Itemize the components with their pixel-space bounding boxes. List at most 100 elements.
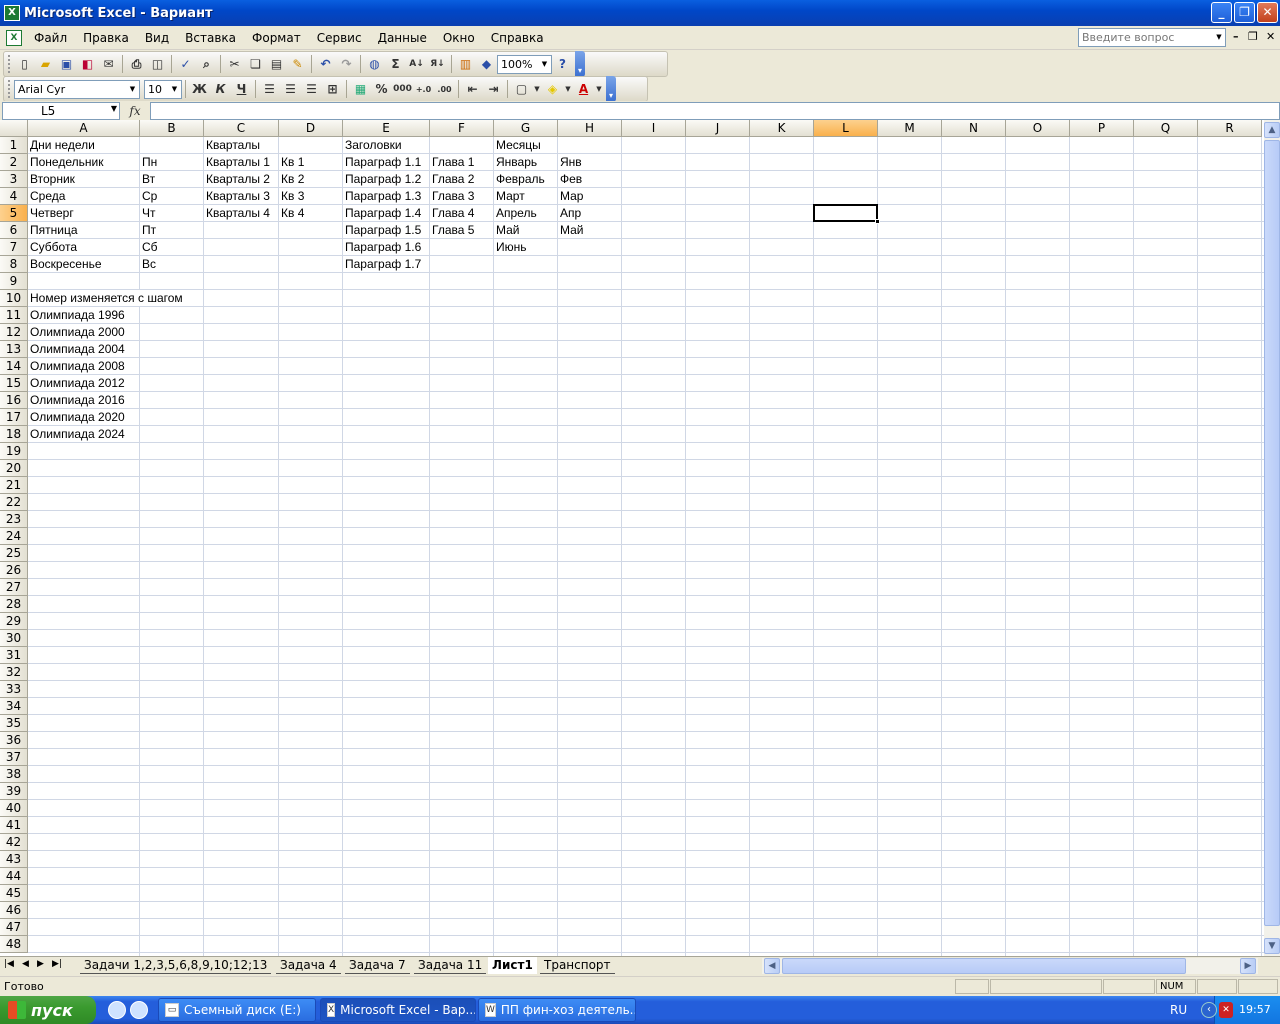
row-header-44[interactable]: 44 [0,868,28,885]
cell-F4[interactable]: Глава 3 [430,188,475,204]
email-icon[interactable]: ✉ [98,54,119,74]
increase-decimal-icon[interactable]: +.0 [413,79,434,99]
horizontal-scroll-thumb[interactable] [782,958,1186,974]
cell-A2[interactable]: Понедельник [28,154,104,170]
cell-D2[interactable]: Кв 1 [279,154,305,170]
cell-H5[interactable]: Апр [558,205,582,221]
merge-center-icon[interactable]: ⊞ [322,79,343,99]
cell-A8[interactable]: Воскресенье [28,256,102,272]
cell-E6[interactable]: Параграф 1.5 [343,222,422,238]
cell-A17[interactable]: Олимпиада 2020 [28,409,125,425]
scroll-down-icon[interactable]: ▼ [1264,938,1280,954]
menu-window[interactable]: Окно [435,31,483,45]
cell-H2[interactable]: Янв [558,154,582,170]
formula-input[interactable] [150,101,1280,120]
sheet-tab[interactable]: Лист1 [488,957,537,974]
taskbar-button[interactable]: ▭ Съемный диск (E:) [158,998,316,1022]
row-header-33[interactable]: 33 [0,681,28,698]
row-header-15[interactable]: 15 [0,375,28,392]
column-header-F[interactable]: F [430,120,494,137]
row-header-26[interactable]: 26 [0,562,28,579]
vertical-scrollbar[interactable]: ▲ ▼ [1264,120,1280,956]
cell-C1[interactable]: Кварталы [204,137,260,153]
start-button[interactable]: пуск [0,996,96,1024]
name-box[interactable]: L5 ▼ [2,101,120,120]
menu-edit[interactable]: Правка [75,31,137,45]
row-header-9[interactable]: 9 [0,273,28,290]
cell-B2[interactable]: Пн [140,154,158,170]
sheet-tab[interactable]: Задача 4 [276,957,341,974]
taskbar-button[interactable]: X Microsoft Excel - Вар... [320,998,476,1022]
row-header-8[interactable]: 8 [0,256,28,273]
cell-F2[interactable]: Глава 1 [430,154,475,170]
insert-function-icon[interactable]: fx [120,104,150,118]
column-header-K[interactable]: K [750,120,814,137]
cell-A1[interactable]: Дни недели [28,137,95,153]
row-header-12[interactable]: 12 [0,324,28,341]
doc-minimize-button[interactable]: – [1233,30,1239,43]
scroll-left-icon[interactable]: ◀ [764,958,780,974]
row-header-17[interactable]: 17 [0,409,28,426]
internet-explorer-icon[interactable] [108,1001,126,1019]
cell-A11[interactable]: Олимпиада 1996 [28,307,125,323]
cell-B4[interactable]: Ср [140,188,158,204]
row-header-43[interactable]: 43 [0,851,28,868]
row-header-5[interactable]: 5 [0,205,28,222]
row-header-16[interactable]: 16 [0,392,28,409]
cell-G3[interactable]: Февраль [494,171,545,187]
row-header-22[interactable]: 22 [0,494,28,511]
cell-D4[interactable]: Кв 3 [279,188,305,204]
permission-icon[interactable]: ◧ [77,54,98,74]
menu-insert[interactable]: Вставка [177,31,244,45]
show-desktop-icon[interactable] [130,1001,148,1019]
sheet-tab[interactable]: Задачи 1,2,3,5,6,8,9,10;12;13 [80,957,272,974]
decrease-indent-icon[interactable]: ⇤ [462,79,483,99]
cell-G7[interactable]: Июнь [494,239,527,255]
active-cell[interactable] [813,204,880,224]
toolbar-grip[interactable] [8,55,11,73]
sort-descending-icon[interactable]: Я↓ [427,54,448,74]
save-icon[interactable]: ▣ [56,54,77,74]
security-shield-icon[interactable]: ✕ [1219,1002,1233,1018]
borders-icon[interactable]: ▢ [511,79,532,99]
menu-tools[interactable]: Сервис [309,31,370,45]
print-preview-icon[interactable]: ◫ [147,54,168,74]
copy-icon[interactable]: ❏ [245,54,266,74]
document-icon[interactable]: X [6,29,22,46]
new-icon[interactable]: ▯ [14,54,35,74]
row-header-47[interactable]: 47 [0,919,28,936]
italic-button[interactable]: К [210,79,231,99]
row-header-3[interactable]: 3 [0,171,28,188]
font-size-select[interactable]: 10 ▼ [144,79,182,99]
chevron-down-icon[interactable]: ▼ [594,79,604,99]
sheet-tab[interactable]: Задача 11 [414,957,487,974]
row-header-41[interactable]: 41 [0,817,28,834]
cell-A13[interactable]: Олимпиада 2004 [28,341,125,357]
sheet-tab[interactable]: Транспорт [540,957,615,974]
cell-H3[interactable]: Фев [558,171,583,187]
cell-F5[interactable]: Глава 4 [430,205,475,221]
row-header-32[interactable]: 32 [0,664,28,681]
column-header-E[interactable]: E [343,120,430,137]
drawing-icon[interactable]: ◆ [476,54,497,74]
row-header-19[interactable]: 19 [0,443,28,460]
menu-help[interactable]: Справка [483,31,552,45]
toolbar-options-button[interactable]: ▾ [606,76,616,102]
row-header-11[interactable]: 11 [0,307,28,324]
column-header-A[interactable]: A [28,120,140,137]
cell-C2[interactable]: Кварталы 1 [204,154,270,170]
cell-G6[interactable]: Май [494,222,520,238]
row-header-34[interactable]: 34 [0,698,28,715]
undo-icon[interactable]: ↶ [315,54,336,74]
scroll-right-icon[interactable]: ▶ [1240,958,1256,974]
cell-G5[interactable]: Апрель [494,205,537,221]
row-header-4[interactable]: 4 [0,188,28,205]
row-header-1[interactable]: 1 [0,137,28,154]
close-button[interactable]: ✕ [1257,2,1278,23]
cell-E7[interactable]: Параграф 1.6 [343,239,422,255]
row-header-14[interactable]: 14 [0,358,28,375]
chevron-down-icon[interactable]: ▼ [563,79,573,99]
font-select[interactable]: Arial Cyr ▼ [14,79,140,99]
align-left-icon[interactable]: ☰ [259,79,280,99]
sheet-tab[interactable]: Задача 7 [345,957,410,974]
